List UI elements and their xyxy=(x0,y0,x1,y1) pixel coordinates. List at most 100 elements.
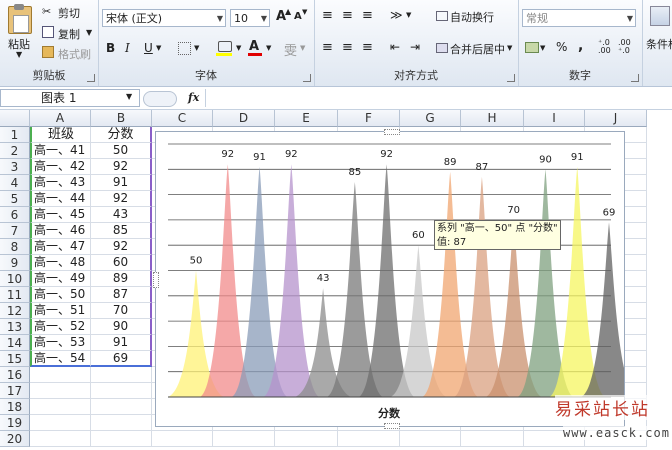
insert-function-button[interactable]: fx xyxy=(188,91,199,104)
row-header-6[interactable]: 6 xyxy=(0,207,30,223)
border-dropdown-icon[interactable]: ▼ xyxy=(194,44,199,52)
column-header-b[interactable]: B xyxy=(91,110,152,127)
copy-dropdown-icon[interactable]: ▼ xyxy=(86,28,92,37)
row-header-10[interactable]: 10 xyxy=(0,271,30,287)
cell-a16[interactable] xyxy=(30,367,91,383)
decrease-indent-icon[interactable]: ⇤ xyxy=(390,40,400,54)
column-header-e[interactable]: E xyxy=(275,110,338,127)
cell-a19[interactable] xyxy=(30,415,91,431)
merge-dropdown-icon[interactable]: ▼ xyxy=(507,44,512,52)
cell-f20[interactable] xyxy=(338,431,400,447)
phonetic-button[interactable]: 雯 xyxy=(284,40,297,59)
chart-handle-left[interactable] xyxy=(153,272,159,288)
cell-d20[interactable] xyxy=(213,431,275,447)
underline-dropdown-icon[interactable]: ▼ xyxy=(156,44,161,52)
cell-b16[interactable] xyxy=(91,367,152,383)
chart-svg[interactable]: 50 92 91 92 43 85 92 60 89 87 70 90 91 69 xyxy=(156,132,624,426)
wrap-text-button[interactable]: 自动换行 xyxy=(450,9,494,25)
column-header-c[interactable]: C xyxy=(152,110,213,127)
cell-e20[interactable] xyxy=(275,431,338,447)
cell-b2[interactable]: 50 xyxy=(91,143,152,159)
row-header-12[interactable]: 12 xyxy=(0,303,30,319)
column-header-i[interactable]: I xyxy=(524,110,585,127)
cell-b12[interactable]: 70 xyxy=(91,303,152,319)
row-header-16[interactable]: 16 xyxy=(0,367,30,383)
cell-a9[interactable]: 高一、48 xyxy=(30,255,91,271)
comma-button[interactable]: , xyxy=(578,38,583,54)
align-middle-icon[interactable]: ≡ xyxy=(342,8,353,23)
font-color-button[interactable]: A xyxy=(249,39,259,54)
copy-button[interactable]: 复制 xyxy=(58,26,80,42)
percent-button[interactable]: % xyxy=(556,40,567,54)
shrink-font-button[interactable]: A xyxy=(294,11,302,22)
paste-icon[interactable] xyxy=(8,4,32,34)
font-name-combo[interactable]: 宋体 (正文) ▼ xyxy=(102,9,226,27)
cell-b10[interactable]: 89 xyxy=(91,271,152,287)
fill-color-dropdown-icon[interactable]: ▼ xyxy=(236,44,241,52)
cell-a20[interactable] xyxy=(30,431,91,447)
cell-b3[interactable]: 92 xyxy=(91,159,152,175)
row-header-2[interactable]: 2 xyxy=(0,143,30,159)
underline-button[interactable]: U xyxy=(144,41,153,55)
row-header-4[interactable]: 4 xyxy=(0,175,30,191)
cell-b13[interactable]: 90 xyxy=(91,319,152,335)
copy-icon[interactable] xyxy=(42,26,54,38)
currency-icon[interactable] xyxy=(525,42,539,53)
row-header-8[interactable]: 8 xyxy=(0,239,30,255)
formula-input[interactable] xyxy=(205,89,672,107)
row-header-19[interactable]: 19 xyxy=(0,415,30,431)
cell-g20[interactable] xyxy=(400,431,461,447)
cell-c20[interactable] xyxy=(152,431,213,447)
cell-b17[interactable] xyxy=(91,383,152,399)
format-painter-icon[interactable] xyxy=(42,46,54,58)
cell-b7[interactable]: 85 xyxy=(91,223,152,239)
chart-handle-bottom[interactable] xyxy=(384,423,400,429)
cell-a10[interactable]: 高一、49 xyxy=(30,271,91,287)
cell-b15[interactable]: 69 xyxy=(91,351,152,367)
cell-b9[interactable]: 60 xyxy=(91,255,152,271)
cell-b1[interactable]: 分数 xyxy=(91,127,152,143)
bold-button[interactable]: B xyxy=(106,41,115,55)
cell-b18[interactable] xyxy=(91,399,152,415)
row-header-13[interactable]: 13 xyxy=(0,319,30,335)
row-header-7[interactable]: 7 xyxy=(0,223,30,239)
clipboard-launcher-icon[interactable] xyxy=(87,74,95,82)
cell-a14[interactable]: 高一、53 xyxy=(30,335,91,351)
cell-b14[interactable]: 91 xyxy=(91,335,152,351)
fill-color-icon[interactable] xyxy=(218,41,232,52)
increase-decimal-icon[interactable]: ⁺.0.00 xyxy=(598,39,611,55)
merge-center-icon[interactable] xyxy=(436,43,448,53)
row-header-3[interactable]: 3 xyxy=(0,159,30,175)
cut-icon[interactable]: ✂ xyxy=(42,5,51,18)
row-header-11[interactable]: 11 xyxy=(0,287,30,303)
cell-h20[interactable] xyxy=(461,431,524,447)
column-header-g[interactable]: G xyxy=(400,110,461,127)
column-header-j[interactable]: J xyxy=(585,110,647,127)
cell-a5[interactable]: 高一、44 xyxy=(30,191,91,207)
orientation-icon[interactable]: ≫ xyxy=(390,8,403,22)
cell-b11[interactable]: 87 xyxy=(91,287,152,303)
wrap-text-icon[interactable] xyxy=(436,11,448,21)
column-header-f[interactable]: F xyxy=(338,110,400,127)
row-header-15[interactable]: 15 xyxy=(0,351,30,367)
column-header-h[interactable]: H xyxy=(461,110,524,127)
conditional-format-button[interactable]: 条件格 xyxy=(646,36,672,52)
cell-b4[interactable]: 91 xyxy=(91,175,152,191)
name-box-dropdown-icon[interactable]: ▼ xyxy=(126,92,132,101)
row-header-9[interactable]: 9 xyxy=(0,255,30,271)
column-header-d[interactable]: D xyxy=(213,110,275,127)
row-header-1[interactable]: 1 xyxy=(0,127,30,143)
formula-splitter-icon[interactable] xyxy=(143,91,177,107)
cell-a2[interactable]: 高一、41 xyxy=(30,143,91,159)
cell-a17[interactable] xyxy=(30,383,91,399)
cell-b6[interactable]: 43 xyxy=(91,207,152,223)
column-header-a[interactable]: A xyxy=(30,110,91,127)
cell-a1[interactable]: 班级 xyxy=(30,127,91,143)
row-header-17[interactable]: 17 xyxy=(0,383,30,399)
cell-a8[interactable]: 高一、47 xyxy=(30,239,91,255)
alignment-launcher-icon[interactable] xyxy=(507,74,515,82)
cell-a15[interactable]: 高一、54 xyxy=(30,351,91,367)
increase-indent-icon[interactable]: ⇥ xyxy=(410,40,420,54)
cut-button[interactable]: 剪切 xyxy=(58,5,80,21)
cell-a4[interactable]: 高一、43 xyxy=(30,175,91,191)
